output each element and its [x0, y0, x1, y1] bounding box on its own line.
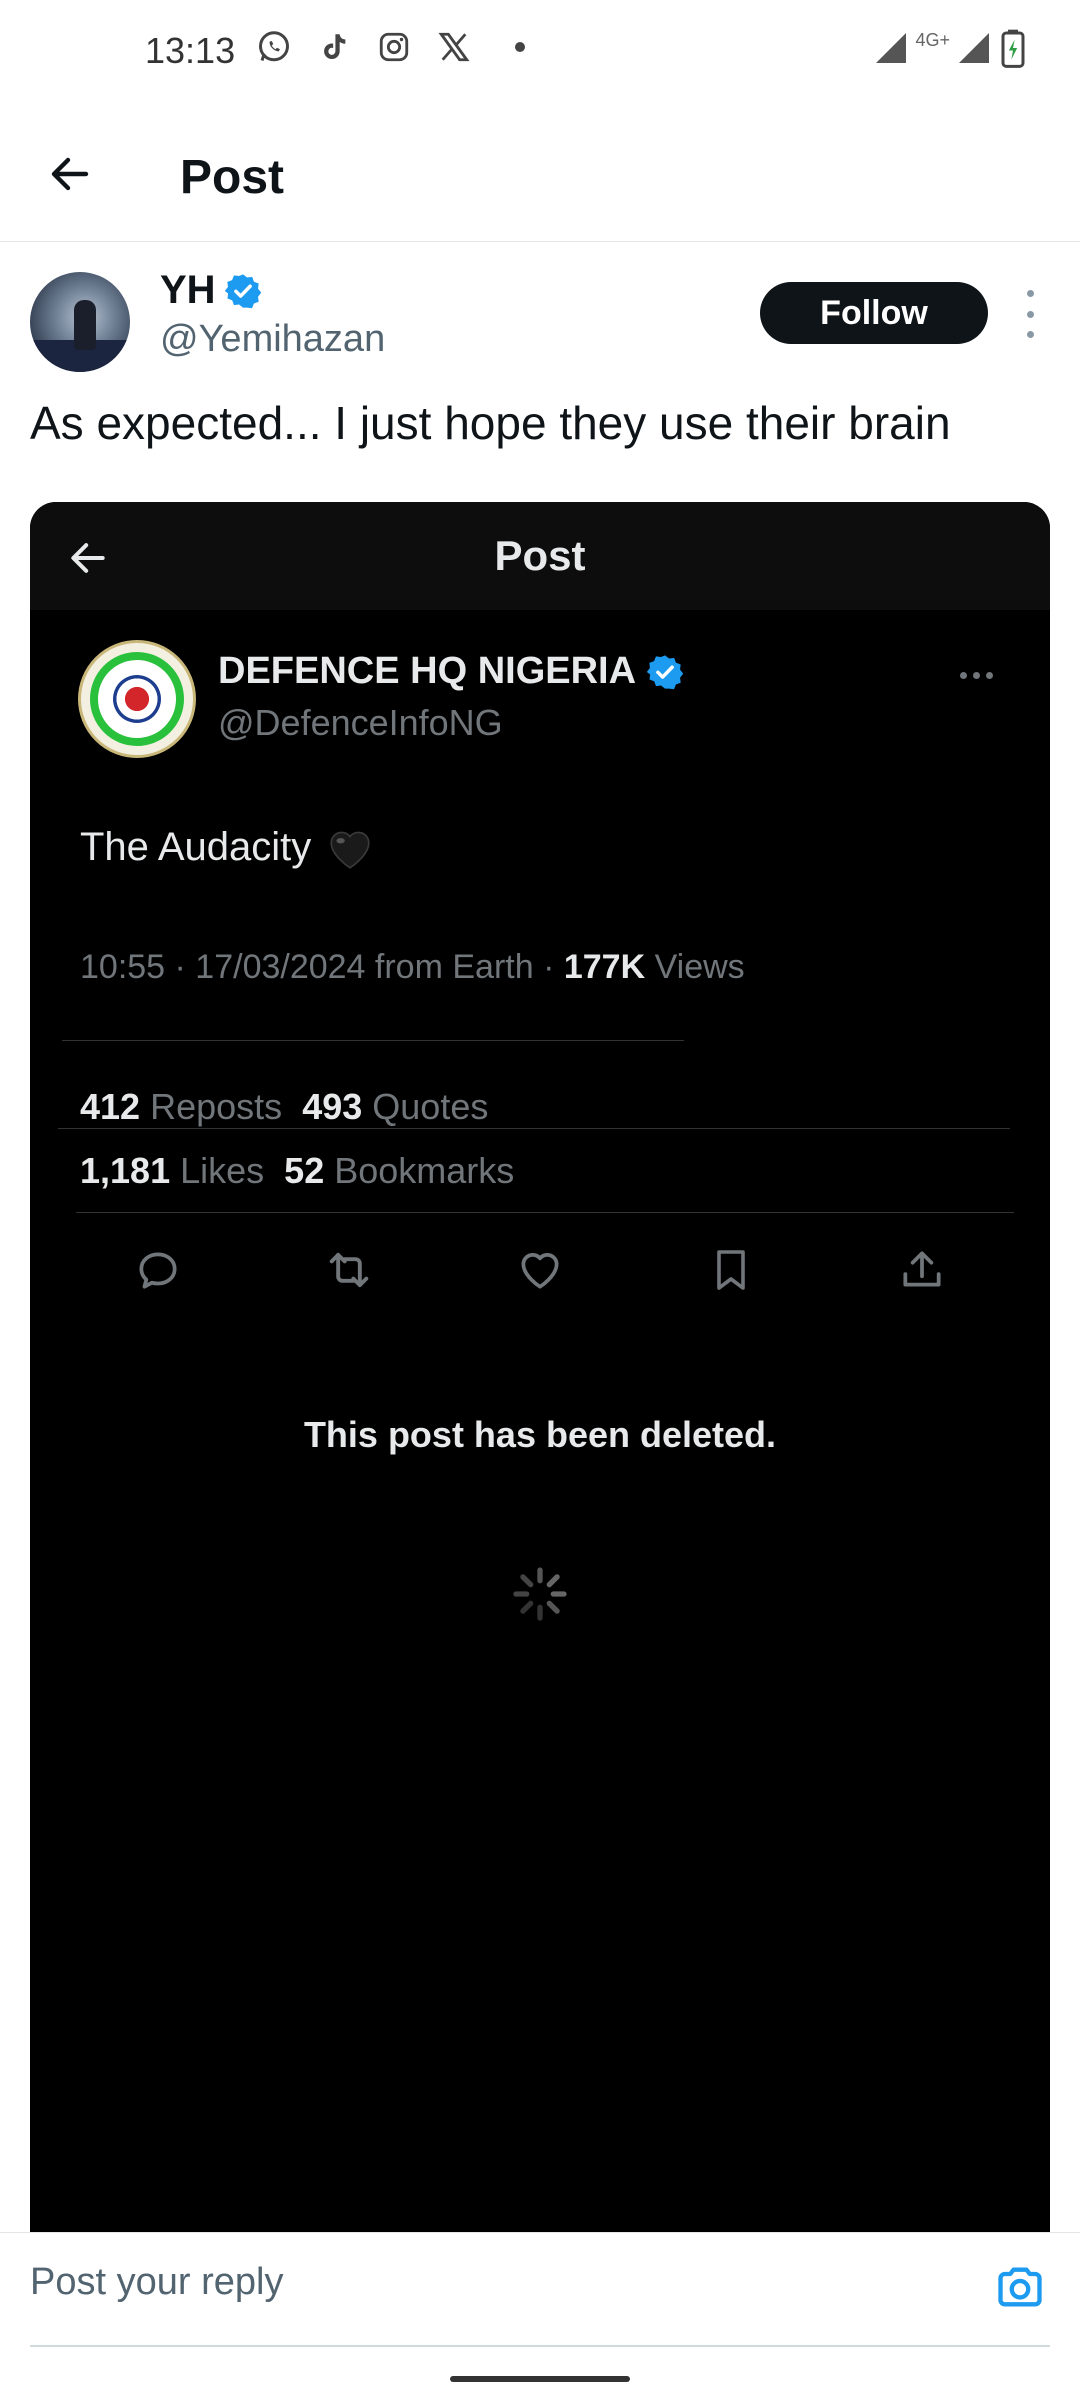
likes-count: 1,181: [80, 1150, 171, 1191]
tiktok-icon: [315, 28, 353, 66]
repost-icon: [321, 1242, 377, 1298]
verified-badge-icon: [224, 273, 261, 308]
embedded-image[interactable]: Post DEFENCE HQ NIGERIA @DefenceInfoNG T…: [30, 502, 1050, 2232]
reposts-quotes-row: 412 Reposts 493 Quotes: [80, 1086, 488, 1128]
avatar-ring: [90, 652, 184, 746]
share-icon: [894, 1242, 950, 1298]
signal-icon: [959, 33, 989, 63]
home-indicator[interactable]: [450, 2376, 630, 2382]
loading-spinner-icon: [513, 1567, 567, 1621]
reposts-count: 412: [80, 1086, 141, 1127]
status-bar: 13:13 4G+: [0, 0, 1080, 100]
battery-icon: [1001, 29, 1025, 68]
likes-bookmarks-row: 1,181 Likes 52 Bookmarks: [80, 1150, 514, 1192]
x-icon: [435, 28, 473, 66]
like-icon: [512, 1242, 568, 1298]
likes-label: Likes: [180, 1150, 265, 1191]
system-indicators: 4G+: [873, 28, 1028, 68]
network-type: 4G+: [915, 29, 950, 50]
deleted-notice: This post has been deleted.: [303, 1414, 777, 1455]
post-timestamp: 10:55 · 17/03/2024 from Earth ·: [80, 948, 564, 986]
arrow-left-icon: [51, 157, 89, 191]
reposts-label: Reposts: [150, 1086, 283, 1127]
views-count: 177K: [563, 948, 646, 986]
embedded-post-text: The Audacity: [80, 824, 375, 870]
embedded-author-name: DEFENCE HQ NIGERIA: [218, 650, 637, 692]
page-title: Post: [180, 151, 285, 204]
camera-icon: [998, 2267, 1042, 2307]
page-header: Post: [0, 110, 1080, 242]
reply-input[interactable]: Post your reply: [30, 2261, 930, 2304]
reply-icon: [130, 1242, 186, 1298]
avatar-figure: [74, 300, 96, 350]
avatar-emblem: [113, 675, 161, 723]
back-button[interactable]: [40, 144, 100, 204]
signal-icon: [876, 33, 907, 63]
embedded-meta: 10:55 · 17/03/2024 from Earth · 177K Vie…: [80, 948, 745, 987]
tweet-text: As expected... I just hope they use thei…: [30, 397, 951, 449]
black-heart-icon: [330, 831, 370, 869]
author-name-row[interactable]: YH: [160, 268, 262, 313]
author-name[interactable]: YH: [160, 268, 216, 313]
more-options-icon[interactable]: [1018, 290, 1042, 338]
status-time: 13:13: [145, 30, 236, 71]
embedded-header: Post: [30, 502, 1050, 610]
author-avatar[interactable]: [30, 272, 130, 372]
divider: [76, 1212, 1014, 1213]
camera-button[interactable]: [990, 2257, 1050, 2317]
divider: [62, 1040, 684, 1041]
embedded-author-handle: @DefenceInfoNG: [218, 702, 503, 743]
embedded-text: The Audacity: [80, 824, 312, 869]
embedded-name-row: DEFENCE HQ NIGERIA: [218, 650, 684, 693]
instagram-icon: [375, 28, 413, 66]
defence-hq-avatar: [78, 640, 196, 758]
embedded-title: Post: [494, 532, 586, 579]
author-handle[interactable]: @Yemihazan: [160, 318, 385, 361]
bookmarks-count: 52: [284, 1150, 325, 1191]
reply-underline: [30, 2345, 1050, 2347]
notification-icons: [255, 28, 525, 66]
more-horizontal-icon: [960, 672, 993, 679]
whatsapp-icon: [255, 28, 293, 66]
follow-button[interactable]: Follow: [760, 282, 988, 344]
reply-bar: Post your reply: [0, 2232, 1080, 2352]
divider: [58, 1128, 1010, 1129]
verified-badge-icon: [646, 654, 684, 689]
views-label: Views: [654, 948, 745, 986]
dot-icon: [515, 42, 525, 52]
quotes-label: Quotes: [372, 1086, 489, 1127]
quotes-count: 493: [302, 1086, 363, 1127]
embedded-action-bar: [130, 1242, 950, 1302]
bookmark-icon: [703, 1242, 759, 1298]
bookmarks-label: Bookmarks: [334, 1150, 515, 1191]
